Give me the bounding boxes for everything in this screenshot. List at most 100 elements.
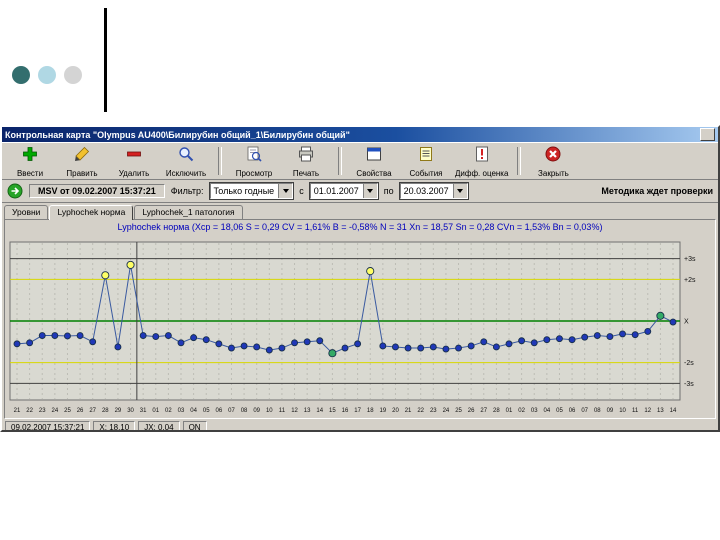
svg-text:12: 12 <box>291 408 298 414</box>
svg-text:10: 10 <box>266 408 273 414</box>
toolbar-button-events[interactable]: События <box>400 145 452 178</box>
svg-text:16: 16 <box>342 408 349 414</box>
window-title: Контрольная карта "Olympus AU400\Билируб… <box>5 129 350 140</box>
svg-text:08: 08 <box>594 408 601 414</box>
toolbar-button-add[interactable]: Ввести <box>4 145 56 178</box>
date-to-select[interactable]: 20.03.2007 <box>398 182 469 200</box>
svg-text:02: 02 <box>518 408 525 414</box>
method-status-text: Методика ждет проверки <box>601 186 713 196</box>
toolbar-button-label: Свойства <box>356 168 392 178</box>
chevron-down-icon[interactable] <box>452 184 467 198</box>
toolbar-button-label: События <box>409 168 443 178</box>
chevron-down-icon[interactable] <box>278 184 293 198</box>
toolbar-button-label: Ввести <box>16 168 44 178</box>
titlebar-button[interactable] <box>700 128 715 141</box>
svg-text:26: 26 <box>468 408 475 414</box>
svg-text:04: 04 <box>544 408 551 414</box>
svg-text:12: 12 <box>644 408 651 414</box>
date-from-select[interactable]: 01.01.2007 <box>308 182 379 200</box>
slide-bullet-2 <box>38 66 56 84</box>
slide-bullet-1 <box>12 66 30 84</box>
toolbar-button-view[interactable]: Просмотр <box>228 145 280 178</box>
toolbar-button-exclude[interactable]: Исключить <box>160 145 212 178</box>
qc-levey-jennings-chart[interactable]: 21 22 23 24 25 26 27 28 29 30 31 01 02 03 04 05 06 07 08 09… <box>5 234 711 418</box>
svg-text:22: 22 <box>26 408 33 414</box>
svg-text:28: 28 <box>102 408 109 414</box>
toolbar-button-label: Дифф. оценка <box>455 168 509 178</box>
window-titlebar[interactable]: Контрольная карта "Olympus AU400\Билируб… <box>2 127 718 142</box>
svg-text:03: 03 <box>531 408 538 414</box>
toolbar-button-print[interactable]: Печать <box>280 145 332 178</box>
exclamation-document-icon <box>473 145 491 168</box>
svg-text:30: 30 <box>127 408 134 414</box>
svg-text:07: 07 <box>581 408 588 414</box>
svg-text:23: 23 <box>39 408 46 414</box>
svg-text:01: 01 <box>506 408 513 414</box>
go-button[interactable] <box>7 183 23 199</box>
filter-select-value: Только годные <box>213 186 275 196</box>
svg-text:24: 24 <box>52 408 59 414</box>
toolbar-button-properties[interactable]: Свойства <box>348 145 400 178</box>
date-from-label: с <box>299 186 304 196</box>
svg-text:03: 03 <box>178 408 185 414</box>
svg-text:14: 14 <box>670 408 677 414</box>
svg-text:14: 14 <box>316 408 323 414</box>
toolbar-button-delete[interactable]: Удалить <box>108 145 160 178</box>
svg-text:13: 13 <box>657 408 664 414</box>
toolbar-button-label: Печать <box>292 168 320 178</box>
toolbar-separator <box>338 147 342 175</box>
svg-text:-3s: -3s <box>684 381 694 388</box>
svg-text:13: 13 <box>304 408 311 414</box>
status-jx-value: JX: 0,04 <box>138 421 180 430</box>
svg-text:09: 09 <box>607 408 614 414</box>
filter-label: Фильтр: <box>170 186 204 196</box>
toolbar-button-label: Удалить <box>118 168 150 178</box>
app-window: Контрольная карта "Olympus AU400\Билируб… <box>0 125 720 432</box>
magnifier-icon <box>177 145 195 168</box>
date-to-value: 20.03.2007 <box>403 186 449 196</box>
slide-divider-line <box>104 8 107 112</box>
date-to-label: по <box>383 186 394 196</box>
svg-text:11: 11 <box>279 408 286 414</box>
svg-text:22: 22 <box>417 408 424 414</box>
filter-bar: MSV от 09.02.2007 15:37:21 Фильтр: Тольк… <box>2 180 718 203</box>
toolbar-button-label: Править <box>66 168 98 178</box>
toolbar-button-label: Закрыть <box>538 168 569 178</box>
svg-text:08: 08 <box>241 408 248 414</box>
minus-icon <box>125 145 143 168</box>
svg-text:04: 04 <box>190 408 197 414</box>
tab-lyphochek-pathology[interactable]: Lyphochek_1 патология <box>134 205 243 219</box>
svg-text:27: 27 <box>480 408 487 414</box>
toolbar-separator <box>517 147 522 175</box>
tab-lyphochek-norm[interactable]: Lyphochek норма <box>49 205 134 220</box>
close-icon <box>544 145 562 168</box>
svg-text:-2s: -2s <box>684 360 694 367</box>
svg-text:27: 27 <box>89 408 96 414</box>
svg-text:25: 25 <box>64 408 71 414</box>
svg-text:05: 05 <box>556 408 563 414</box>
svg-text:+2s: +2s <box>684 277 696 284</box>
status-flag: ON <box>182 421 207 430</box>
chart-title: Lyphochek норма (Хср = 18,06 S = 0,29 CV… <box>117 222 603 232</box>
svg-text:15: 15 <box>329 408 336 414</box>
toolbar-button-close[interactable]: Закрыть <box>527 145 579 178</box>
toolbar-button-edit[interactable]: Править <box>56 145 108 178</box>
svg-text:20: 20 <box>392 408 399 414</box>
tab-levels[interactable]: Уровни <box>4 205 49 219</box>
window-properties-icon <box>365 145 383 168</box>
chevron-down-icon[interactable] <box>362 184 377 198</box>
svg-text:31: 31 <box>140 408 147 414</box>
svg-text:21: 21 <box>405 408 412 414</box>
svg-text:17: 17 <box>354 408 361 414</box>
svg-text:02: 02 <box>165 408 172 414</box>
svg-text:09: 09 <box>253 408 260 414</box>
printer-icon <box>297 145 315 168</box>
filter-select[interactable]: Только годные <box>208 182 295 200</box>
toolbar-button-diff-eval[interactable]: Дифф. оценка <box>452 145 511 178</box>
document-magnifier-icon <box>245 145 263 168</box>
toolbar: Ввести Править Удалить Исключить Просмот… <box>2 142 718 180</box>
events-list-icon <box>417 145 435 168</box>
tab-strip: Уровни Lyphochek норма Lyphochek_1 патол… <box>2 203 718 220</box>
svg-text:11: 11 <box>632 408 639 414</box>
svg-text:24: 24 <box>443 408 450 414</box>
